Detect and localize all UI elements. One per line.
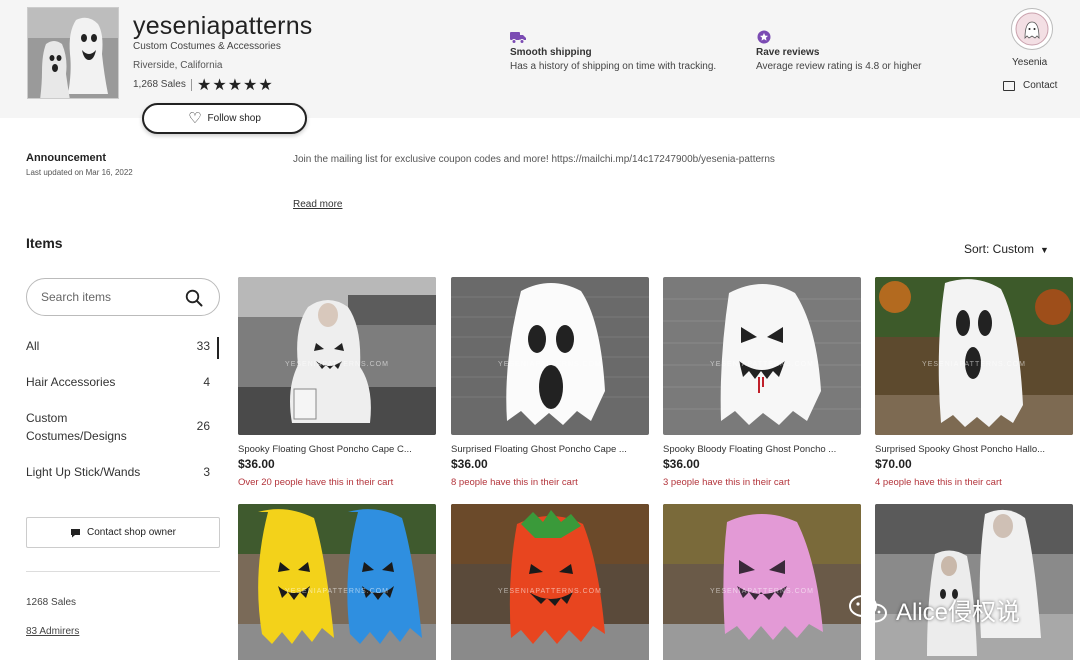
- rating-stars[interactable]: ★★★★★: [197, 75, 274, 95]
- product-image[interactable]: YESENIAPATTERNS.COM: [451, 277, 649, 435]
- product-price: $36.00: [663, 457, 700, 471]
- active-indicator: [217, 337, 219, 359]
- product-card[interactable]: YESENIAPATTERNS.COM Spooky Bloody Floati…: [663, 277, 861, 488]
- contact-shop-owner-button[interactable]: Contact shop owner: [26, 517, 220, 548]
- announcement-text: Join the mailing list for exclusive coup…: [293, 154, 775, 165]
- shop-sales-count: 1,268 Sales: [133, 79, 186, 90]
- sort-label: Sort: Custom: [964, 242, 1035, 256]
- product-image[interactable]: YESENIAPATTERNS.COM: [663, 504, 861, 660]
- shop-name: yeseniapatterns: [133, 12, 313, 40]
- admirers-link[interactable]: 83 Admirers: [26, 626, 79, 637]
- items-heading: Items: [26, 235, 63, 251]
- cart-notice: 3 people have this in their cart: [663, 477, 790, 488]
- divider: [191, 79, 192, 91]
- shop-tagline: Custom Costumes & Accessories: [133, 41, 281, 52]
- category-hair-accessories[interactable]: Hair Accessories 4: [26, 373, 220, 395]
- feature-title: Rave reviews: [756, 47, 820, 58]
- cart-notice: 4 people have this in their cart: [875, 477, 1002, 488]
- watermark: YESENIAPATTERNS.COM: [710, 588, 814, 595]
- category-label: Hair Accessories: [26, 375, 116, 389]
- product-title[interactable]: Surprised Floating Ghost Poncho Cape ...: [451, 444, 649, 455]
- watermark: YESENIAPATTERNS.COM: [710, 361, 814, 368]
- mail-icon: [1003, 80, 1015, 91]
- watermark: YESENIAPATTERNS.COM: [285, 588, 389, 595]
- read-more-link[interactable]: Read more: [293, 199, 342, 210]
- category-all[interactable]: All 33: [26, 337, 220, 359]
- product-image[interactable]: YESENIAPATTERNS.COM: [238, 277, 436, 435]
- contact-label: Contact: [1023, 80, 1058, 91]
- contact-owner-label: Contact shop owner: [87, 527, 176, 538]
- feature-rave-reviews: Rave reviews Average review rating is 4.…: [756, 30, 921, 72]
- product-price: $36.00: [238, 457, 275, 471]
- shop-location: Riverside, California: [133, 60, 223, 71]
- product-card[interactable]: YESENIAPATTERNS.COM: [238, 504, 436, 660]
- follow-label: Follow shop: [207, 113, 261, 124]
- product-image[interactable]: YESENIAPATTERNS.COM: [875, 277, 1073, 435]
- category-label: All: [26, 339, 40, 353]
- product-title[interactable]: Surprised Spooky Ghost Poncho Hallo...: [875, 444, 1073, 455]
- product-title[interactable]: Spooky Floating Ghost Poncho Cape C...: [238, 444, 436, 455]
- heart-icon: ♡: [188, 110, 202, 127]
- category-count: 33: [196, 339, 210, 353]
- feature-title: Smooth shipping: [510, 47, 592, 58]
- product-card[interactable]: YESENIAPATTERNS.COM Spooky Floating Ghos…: [238, 277, 436, 488]
- announcement-updated: Last updated on Mar 16, 2022: [26, 168, 133, 177]
- search-icon[interactable]: [185, 289, 203, 307]
- sidebar-sales: 1268 Sales: [26, 597, 77, 608]
- wechat-icon: [849, 595, 887, 623]
- category-label: Light Up Stick/Wands: [26, 465, 141, 479]
- shop-photo[interactable]: [27, 7, 119, 99]
- category-count: 3: [203, 465, 210, 479]
- feature-desc: Average review rating is 4.8 or higher: [756, 61, 922, 72]
- watermark: YESENIAPATTERNS.COM: [285, 361, 389, 368]
- owner-avatar[interactable]: [1011, 8, 1053, 50]
- product-image[interactable]: YESENIAPATTERNS.COM: [238, 504, 436, 660]
- feature-smooth-shipping: Smooth shipping Has a history of shippin…: [510, 30, 716, 72]
- category-custom-costumes[interactable]: Custom Costumes/Designs 26: [26, 409, 220, 449]
- truck-icon: [510, 32, 526, 44]
- watermark: YESENIAPATTERNS.COM: [498, 361, 602, 368]
- product-card[interactable]: YESENIAPATTERNS.COM Surprised Floating G…: [451, 277, 649, 488]
- feature-desc: Has a history of shipping on time with t…: [510, 61, 717, 72]
- category-count: 26: [196, 419, 210, 433]
- overlay-text: Alice侵权说: [896, 598, 1021, 626]
- owner-name[interactable]: Yesenia: [1012, 57, 1047, 68]
- shop-header: yeseniapatterns Custom Costumes & Access…: [0, 0, 1080, 118]
- contact-link[interactable]: Contact: [1003, 80, 1057, 91]
- announcement-title: Announcement: [26, 152, 107, 164]
- follow-shop-button[interactable]: ♡ Follow shop: [142, 103, 307, 134]
- cart-notice: 8 people have this in their cart: [451, 477, 578, 488]
- product-card[interactable]: YESENIAPATTERNS.COM: [663, 504, 861, 660]
- product-card[interactable]: [875, 504, 1073, 660]
- product-title[interactable]: Spooky Bloody Floating Ghost Poncho ...: [663, 444, 861, 455]
- caret-down-icon: ▼: [1040, 245, 1049, 255]
- cart-notice: Over 20 people have this in their cart: [238, 477, 394, 488]
- product-price: $36.00: [451, 457, 488, 471]
- search-input[interactable]: [41, 290, 171, 304]
- sort-dropdown[interactable]: Sort: Custom ▼: [964, 242, 1049, 256]
- product-image[interactable]: YESENIAPATTERNS.COM: [451, 504, 649, 660]
- product-price: $70.00: [875, 457, 912, 471]
- product-card[interactable]: YESENIAPATTERNS.COM: [451, 504, 649, 660]
- star-badge-icon: [757, 30, 771, 44]
- product-card[interactable]: YESENIAPATTERNS.COM Surprised Spooky Gho…: [875, 277, 1073, 488]
- product-image[interactable]: YESENIAPATTERNS.COM: [663, 277, 861, 435]
- watermark: YESENIAPATTERNS.COM: [498, 588, 602, 595]
- category-light-up-wands[interactable]: Light Up Stick/Wands 3: [26, 463, 220, 485]
- chat-icon: [71, 528, 81, 537]
- category-label: Custom Costumes/Designs: [26, 411, 127, 443]
- watermark: YESENIAPATTERNS.COM: [922, 361, 1026, 368]
- category-count: 4: [203, 375, 210, 389]
- product-image[interactable]: [875, 504, 1073, 660]
- watermark-overlay: Alice侵权说: [848, 589, 1020, 629]
- divider: [26, 571, 220, 572]
- search-box[interactable]: [26, 278, 220, 316]
